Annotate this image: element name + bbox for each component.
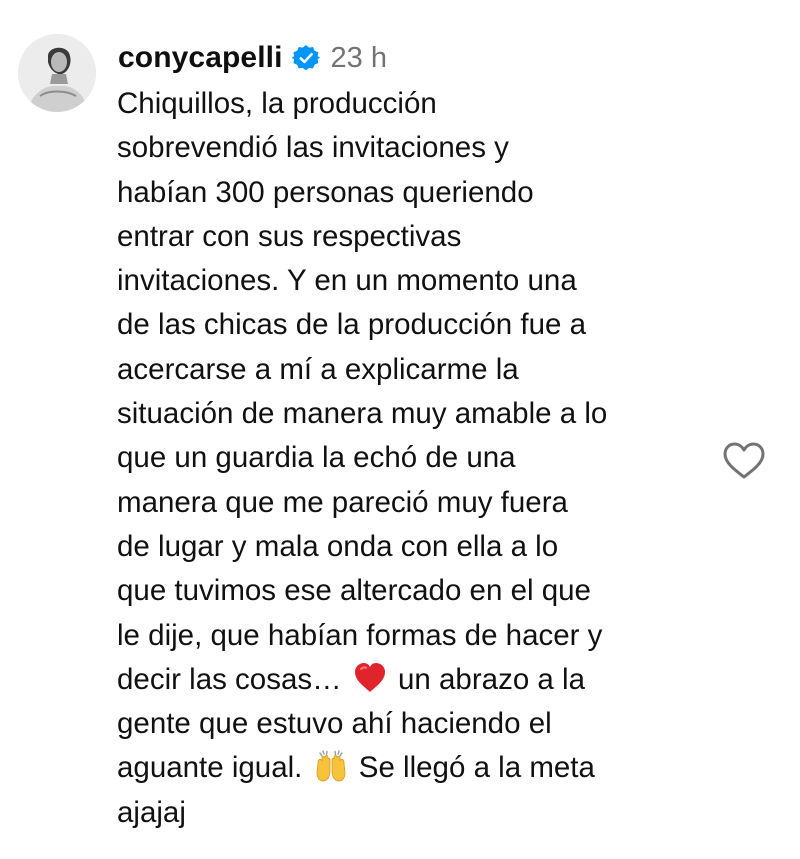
comment-text: Chiquillos, la producción sobrevendió la…: [117, 82, 737, 835]
avatar-image: [18, 34, 96, 112]
comment-line: que un guardia la echó de una: [117, 441, 516, 475]
comment-line-segment: Se llegó a la meta: [358, 751, 595, 785]
comment: conycapelli 23 h Chiquillos, la producci…: [0, 0, 800, 859]
comment-header: conycapelli 23 h: [118, 37, 387, 79]
comment-line: situación de manera muy amable a lo: [117, 397, 608, 431]
comment-line-segment: un abrazo a la: [398, 662, 585, 696]
comment-line: gente que estuvo ahí haciendo el: [117, 707, 552, 741]
like-button[interactable]: [722, 441, 766, 481]
red-heart-emoji-icon: [353, 661, 387, 695]
comment-line-segment: decir las cosas…: [117, 662, 342, 696]
comment-line: ajajaj: [117, 795, 186, 829]
comment-line: que tuvimos ese altercado en el que: [117, 574, 591, 608]
raising-hands-emoji-icon: [314, 749, 348, 783]
comment-line: le dije, que habían formas de hacer y: [117, 618, 603, 652]
comment-line: invitaciones. Y en un momento una: [117, 264, 577, 298]
comment-line: manera que me pareció muy fuera: [117, 485, 568, 519]
comment-line: Chiquillos, la producción: [117, 87, 437, 120]
comment-line-with-emoji: aguante igual. Se llegó a la meta: [117, 746, 737, 790]
comment-line: sobrevendió las invitaciones y: [117, 131, 509, 165]
comment-line: de las chicas de la producción fue a: [117, 308, 587, 342]
username[interactable]: conycapelli: [118, 41, 283, 75]
comment-line: habían 300 personas queriendo: [117, 175, 534, 209]
avatar[interactable]: [18, 34, 96, 112]
comment-line: acercarse a mí a explicarme la: [117, 352, 519, 386]
comment-line-with-emoji: decir las cosas… un abrazo a la: [117, 658, 737, 702]
comment-line: de lugar y mala onda con ella a lo: [117, 529, 559, 563]
comment-line-segment: aguante igual.: [117, 751, 303, 785]
heart-outline-icon: [723, 442, 765, 479]
verified-badge-icon: [291, 44, 320, 72]
comment-line: entrar con sus respectivas: [117, 219, 462, 253]
timestamp: 23 h: [330, 41, 387, 74]
